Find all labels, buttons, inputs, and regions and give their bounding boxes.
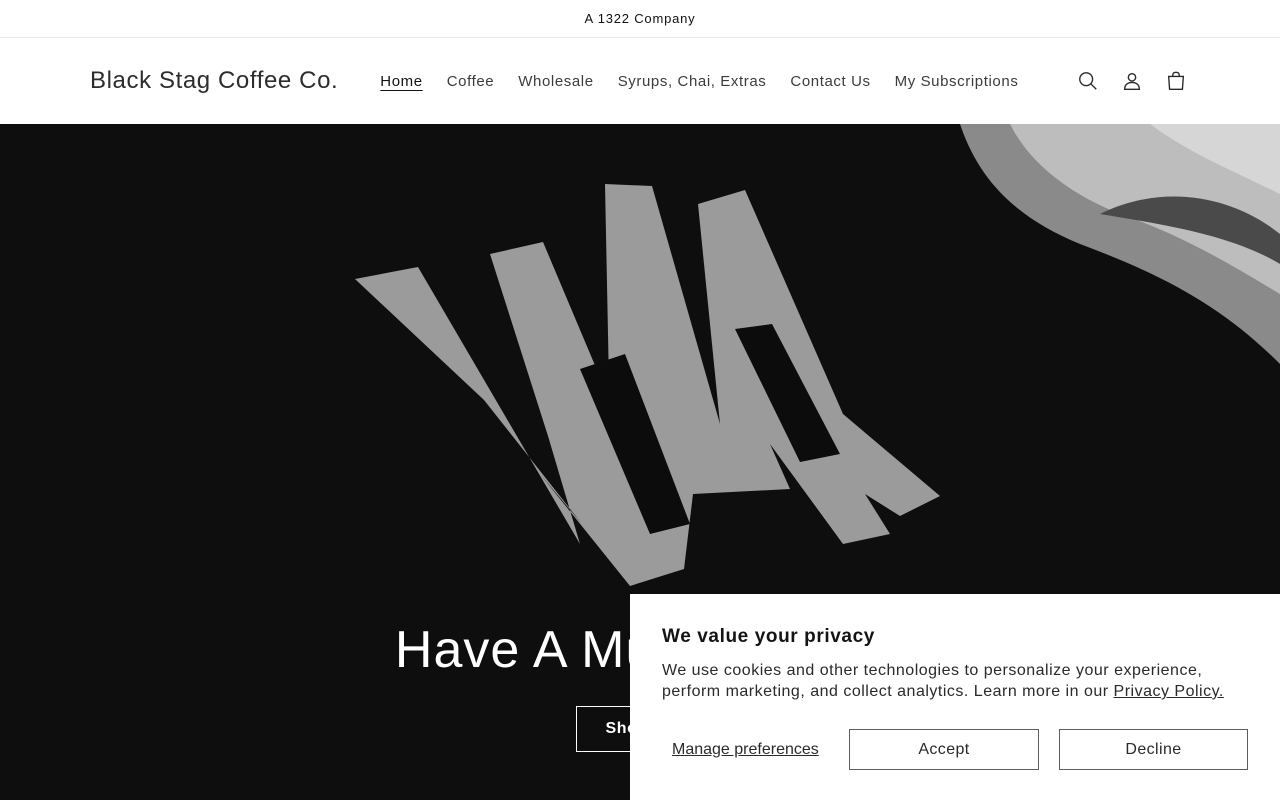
cookie-title: We value your privacy (662, 626, 875, 647)
nav-item-coffee[interactable]: Coffee (435, 69, 507, 94)
announcement-bar: A 1322 Company (0, 0, 1280, 38)
search-icon (1079, 72, 1097, 90)
privacy-policy-link[interactable]: Privacy Policy. (1114, 683, 1224, 700)
main-nav: Home Coffee Wholesale Syrups, Chai, Extr… (368, 69, 1030, 94)
manage-preferences-link[interactable]: Manage preferences (662, 741, 849, 759)
cart-icon (1167, 71, 1185, 90)
site-header: Black Stag Coffee Co. Home Coffee Wholes… (0, 38, 1280, 124)
cookie-actions: Manage preferences Accept Decline (662, 729, 1248, 770)
nav-item-my-subscriptions[interactable]: My Subscriptions (883, 69, 1031, 94)
cookie-consent-banner: We value your privacy We use cookies and… (630, 594, 1280, 800)
nav-item-wholesale[interactable]: Wholesale (506, 69, 605, 94)
account-button[interactable] (1114, 63, 1150, 99)
nav-item-home[interactable]: Home (368, 69, 434, 94)
cookie-text: We use cookies and other technologies to… (662, 660, 1242, 702)
account-icon (1123, 72, 1141, 90)
decline-button[interactable]: Decline (1059, 729, 1248, 770)
nav-item-syrups-chai-extras[interactable]: Syrups, Chai, Extras (606, 69, 779, 94)
site-logo[interactable]: Black Stag Coffee Co. (90, 67, 338, 95)
header-icons (1070, 38, 1194, 124)
nav-item-contact-us[interactable]: Contact Us (778, 69, 882, 94)
cart-button[interactable] (1158, 63, 1194, 99)
accept-button[interactable]: Accept (849, 729, 1039, 770)
announcement-text: A 1322 Company (584, 11, 696, 26)
search-button[interactable] (1070, 63, 1106, 99)
